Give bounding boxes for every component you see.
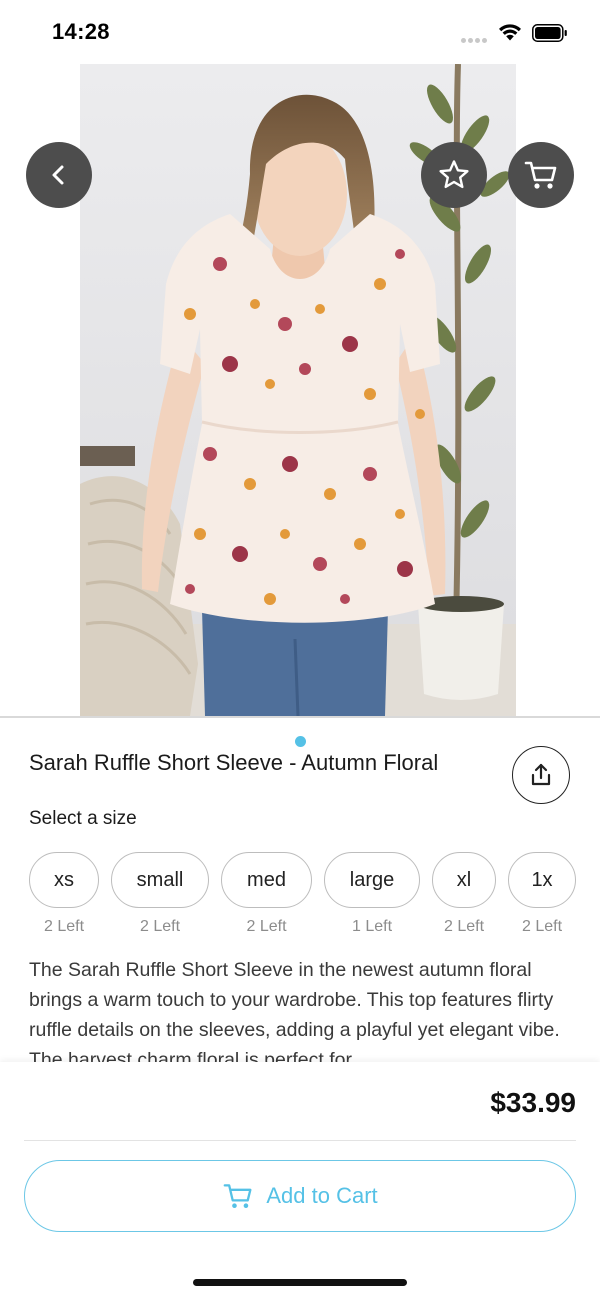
size-option-med[interactable]: med [221,852,312,908]
chevron-left-icon [52,165,64,185]
size-stock-xs: 2 Left [43,918,85,935]
size-option-label: med [247,868,286,891]
product-image-gallery[interactable] [0,64,600,756]
size-stock-1x: 2 Left [521,918,563,935]
wifi-icon [499,24,521,41]
back-button[interactable] [26,142,92,208]
size-option-large[interactable]: large [324,852,420,908]
add-to-cart-label: Add to Cart [266,1183,378,1208]
size-selector[interactable]: xs 2 Left small 2 Left med 2 Left large … [0,852,600,942]
status-bar: 14:28 [0,0,600,64]
size-stock-small: 2 Left [139,918,181,935]
size-option-1x[interactable]: 1x [508,852,576,908]
status-time: 14:28 [52,19,110,44]
add-to-cart-button[interactable]: Add to Cart [24,1160,576,1232]
size-option-label: xs [54,868,74,891]
cart-icon [223,1184,252,1208]
size-option-xs[interactable]: xs [29,852,99,908]
divider [0,716,600,718]
size-option-small[interactable]: small [111,852,209,908]
star-outline-icon [439,160,469,189]
product-price: $33.99 [490,1087,576,1118]
cellular-signal-icon [461,35,489,43]
product-description: The Sarah Ruffle Short Sleeve in the new… [29,959,560,1063]
favorite-button[interactable] [421,142,487,208]
size-option-label: small [136,868,184,891]
product-title: Sarah Ruffle Short Sleeve - Autumn Flora… [29,750,439,775]
cart-icon [524,161,557,189]
size-selector-label: Select a size [29,808,137,829]
size-option-label: large [349,868,395,891]
size-option-label: xl [456,868,472,891]
battery-icon [532,24,567,42]
size-option-xl[interactable]: xl [432,852,496,908]
share-button[interactable] [512,746,570,804]
cart-button[interactable] [508,142,574,208]
divider [24,1140,576,1141]
size-stock-med: 2 Left [246,918,287,935]
size-stock-large: 1 Left [351,918,393,935]
home-indicator[interactable] [193,1279,407,1286]
size-stock-xl: 2 Left [443,918,485,935]
active-page-dot [294,735,306,747]
share-icon [531,763,551,786]
size-option-label: 1x [531,868,553,891]
